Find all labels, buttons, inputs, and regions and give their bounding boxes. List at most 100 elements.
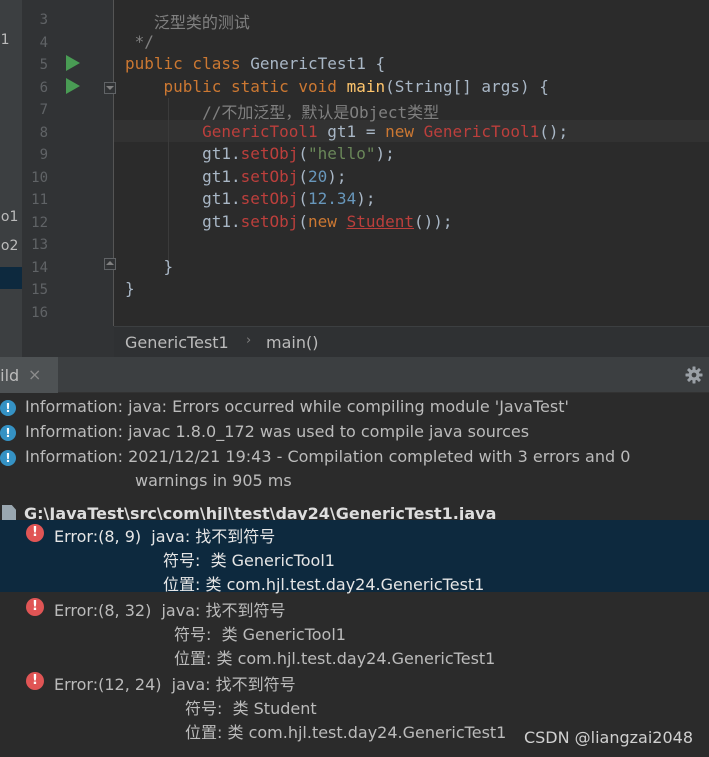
error-location: 位置: 类 com.hjl.test.day24.GenericTest1 — [163, 575, 485, 594]
tab-build[interactable]: uild × — [0, 357, 58, 393]
close-icon[interactable]: × — [28, 365, 41, 384]
code-token: ( — [298, 189, 309, 208]
error-symbol: 符号: 类 GenericTool1 — [174, 625, 346, 644]
line-number: 11 — [31, 192, 48, 208]
line-number: 13 — [31, 237, 48, 253]
error-icon: ! — [26, 524, 44, 542]
code-token: ); — [356, 189, 376, 208]
error-icon: ! — [26, 598, 44, 616]
code-token: "hello" — [308, 144, 376, 163]
code-token: ( — [298, 144, 309, 163]
code-token: GenericTest1 { — [250, 54, 386, 73]
info-text-continued: warnings in 905 ms — [135, 471, 292, 490]
project-tree-item[interactable]: 1 — [0, 267, 22, 289]
code-token: GenericTool1 — [423, 122, 540, 141]
info-row[interactable]: ! Information: java: Errors occurred whi… — [0, 397, 709, 421]
code-token: (String[] args) { — [385, 77, 549, 96]
code-editor[interactable]: 泛型类的测试 */ public class GenericTest1 { pub… — [0, 0, 709, 326]
code-token: setObj — [240, 144, 299, 163]
code-line[interactable]: gt1.setObj(12.34); — [125, 189, 375, 211]
project-tree-item[interactable]: no1 — [0, 209, 22, 231]
code-token: gt1. — [125, 189, 241, 208]
error-message: Error:(12, 24) java: 找不到符号 — [54, 675, 296, 694]
code-token: (); — [539, 122, 569, 141]
error-message: Error:(8, 32) java: 找不到符号 — [54, 601, 286, 620]
build-output[interactable]: ! Information: java: Errors occurred whi… — [0, 393, 709, 757]
project-panel-edge[interactable]: o1 no1 no2 1 l — [0, 0, 22, 357]
info-icon: ! — [0, 425, 16, 441]
info-row[interactable]: ! Information: javac 1.8.0_172 was used … — [0, 422, 709, 446]
code-token: ); — [327, 167, 347, 186]
run-main-icon[interactable] — [66, 78, 80, 94]
code-line[interactable]: gt1.setObj(20); — [125, 167, 347, 189]
fold-end-icon[interactable] — [104, 258, 116, 270]
code-token: ( — [298, 212, 309, 231]
breadcrumb-method[interactable]: main() — [266, 333, 318, 352]
project-tree-item[interactable]: o1 — [0, 32, 22, 54]
code-token: main — [346, 77, 386, 96]
code-token: 20 — [308, 167, 328, 186]
code-token: ); — [375, 144, 395, 163]
code-token: Student — [346, 212, 414, 231]
code-token: } — [125, 257, 174, 276]
error-symbol: 符号: 类 Student — [185, 699, 317, 718]
line-number: 12 — [31, 215, 48, 231]
code-token: } — [125, 279, 135, 298]
gear-icon[interactable] — [685, 366, 703, 384]
code-line[interactable]: public class GenericTest1 { — [125, 54, 385, 76]
line-number: 10 — [31, 170, 48, 186]
code-token: gt1 = — [317, 122, 386, 141]
error-icon: ! — [26, 672, 44, 690]
error-location: 位置: 类 com.hjl.test.day24.GenericTest1 — [185, 723, 507, 742]
breadcrumb-class[interactable]: GenericTest1 — [125, 333, 229, 352]
code-line[interactable]: public static void main(String[] args) { — [125, 77, 549, 99]
code-line[interactable]: } — [125, 257, 174, 279]
code-token: setObj — [240, 167, 299, 186]
project-tree-item[interactable]: no2 — [0, 238, 22, 260]
code-line[interactable]: 泛型类的测试 — [125, 9, 250, 32]
code-token: 泛型类的测试 — [125, 13, 250, 32]
code-token: setObj — [240, 212, 299, 231]
info-icon: ! — [0, 450, 16, 466]
code-token: */ — [125, 32, 154, 51]
code-line[interactable]: //不加泛型，默认是Object类型 — [125, 99, 440, 122]
error-entry[interactable]: ! Error:(8, 9) java: 找不到符号 符号: 类 Generic… — [0, 520, 709, 594]
error-location: 位置: 类 com.hjl.test.day24.GenericTest1 — [174, 649, 496, 668]
line-number: 3 — [39, 12, 48, 28]
build-tab-label: uild — [0, 366, 20, 385]
code-line[interactable]: } — [125, 279, 135, 301]
breadcrumb-separator: › — [246, 333, 252, 348]
code-line[interactable]: gt1.setObj("hello"); — [125, 144, 395, 166]
code-token: ()); — [414, 212, 453, 231]
code-token: new — [385, 122, 424, 141]
gutter-separator — [113, 0, 114, 326]
gutter-footer — [22, 326, 114, 357]
code-token: //不加泛型，默认是Object类型 — [125, 103, 440, 122]
info-icon: ! — [0, 400, 16, 416]
project-tree-item[interactable]: l — [0, 297, 22, 319]
code-token: new — [308, 212, 347, 231]
code-line[interactable]: gt1.setObj(new Student()); — [125, 212, 453, 234]
code-token: public class — [125, 54, 251, 73]
line-number: 16 — [31, 305, 48, 321]
info-row[interactable]: ! Information: 2021/12/21 19:43 - Compil… — [0, 447, 709, 495]
code-line[interactable]: GenericTool1 gt1 = new GenericTool1(); — [125, 122, 568, 144]
error-symbol: 符号: 类 GenericTool1 — [163, 551, 335, 570]
code-token: gt1. — [125, 212, 241, 231]
code-token: public static void — [125, 77, 347, 96]
fold-open-icon[interactable] — [104, 82, 116, 94]
code-line[interactable]: */ — [125, 32, 154, 54]
error-entry[interactable]: ! Error:(8, 32) java: 找不到符号 符号: 类 Generi… — [0, 594, 709, 668]
breadcrumb: GenericTest1 › main() — [114, 326, 709, 357]
code-token: setObj — [240, 189, 299, 208]
code-token: ( — [298, 167, 309, 186]
run-class-icon[interactable] — [66, 55, 80, 71]
info-text: Information: 2021/12/21 19:43 - Compilat… — [25, 447, 631, 466]
line-number: 4 — [39, 35, 48, 51]
error-message: Error:(8, 9) java: 找不到符号 — [54, 527, 276, 546]
line-number: 6 — [39, 80, 48, 96]
info-text: Information: javac 1.8.0_172 was used to… — [25, 422, 530, 441]
watermark: CSDN @liangzai2048 — [523, 728, 693, 747]
line-number: 9 — [39, 147, 48, 163]
